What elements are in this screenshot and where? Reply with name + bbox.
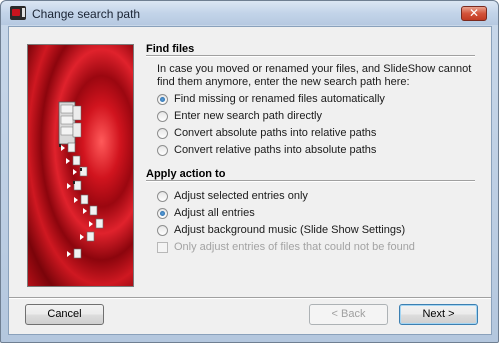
radio-button[interactable] [157,127,168,139]
find-files-separator [146,55,475,57]
radio-relative-to-absolute[interactable]: Convert relative paths into absolute pat… [157,143,376,157]
close-icon: ✕ [468,6,480,20]
radio-all-entries[interactable]: Adjust all entries [157,206,255,220]
back-button: < Back [309,304,388,325]
app-icon [10,6,26,20]
checkbox-label: Only adjust entries of files that could … [174,241,415,253]
side-illustration [27,44,134,287]
radio-label: Adjust background music (Slide Show Sett… [174,224,406,236]
radio-background-music[interactable]: Adjust background music (Slide Show Sett… [157,223,405,237]
apply-action-heading: Apply action to [146,168,226,180]
radio-button-selected[interactable] [157,207,168,219]
radio-button[interactable] [157,224,168,236]
footer-separator [9,297,491,299]
radio-label: Adjust all entries [174,207,255,219]
radio-label: Find missing or renamed files automatica… [174,93,385,105]
close-button[interactable]: ✕ [461,6,487,21]
find-files-heading: Find files [146,43,195,55]
title-bar: Change search path ✕ [1,1,498,25]
radio-label: Convert absolute paths into relative pat… [174,127,377,139]
checkbox [157,241,168,253]
radio-find-automatically[interactable]: Find missing or renamed files automatica… [157,92,385,106]
find-files-description: In case you moved or renamed your files,… [157,63,472,88]
radio-button-selected[interactable] [157,93,168,105]
radio-selected-entries[interactable]: Adjust selected entries only [157,189,308,203]
next-button[interactable]: Next > [399,304,478,325]
window-title: Change search path [32,7,141,21]
dialog-body: Find files In case you moved or renamed … [8,26,492,335]
checkbox-only-missing: Only adjust entries of files that could … [157,240,415,254]
radio-label: Enter new search path directly [174,110,322,122]
radio-label: Adjust selected entries only [174,190,308,202]
radio-button[interactable] [157,144,168,156]
apply-action-separator [146,180,475,182]
radio-button[interactable] [157,110,168,122]
file-cabinet-icon [58,101,82,145]
radio-absolute-to-relative[interactable]: Convert absolute paths into relative pat… [157,126,376,140]
radio-label: Convert relative paths into absolute pat… [174,144,377,156]
cancel-button[interactable]: Cancel [25,304,104,325]
folder-tree-illustration [58,101,104,259]
radio-button[interactable] [157,190,168,202]
dialog-window: Change search path ✕ Find files In case … [0,0,499,343]
radio-enter-path-directly[interactable]: Enter new search path directly [157,109,322,123]
